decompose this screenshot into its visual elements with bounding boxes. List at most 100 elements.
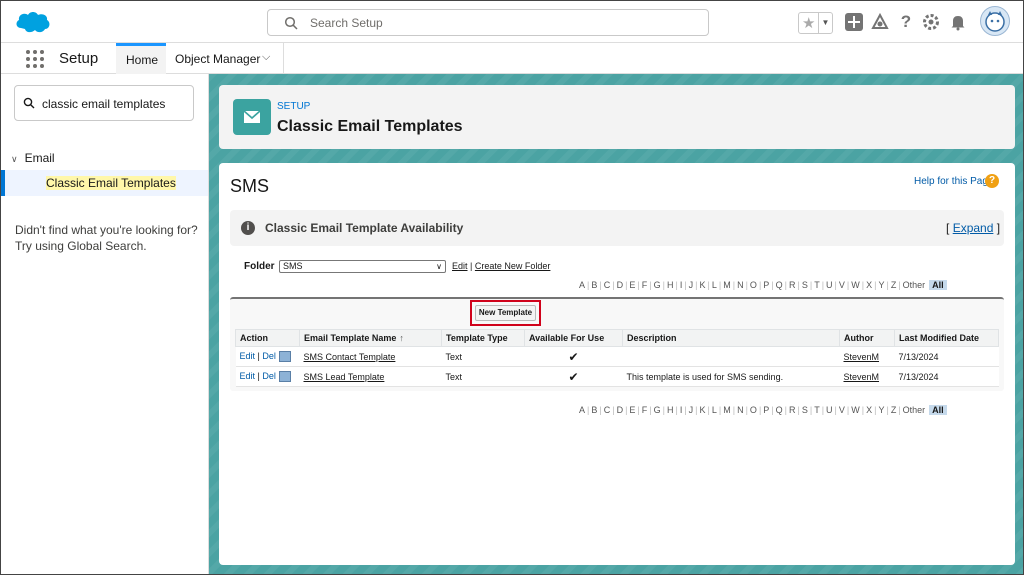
alpha-filter-i[interactable]: I — [680, 280, 683, 290]
alpha-filter-a[interactable]: A — [579, 280, 585, 290]
gear-icon[interactable] — [922, 13, 940, 31]
alpha-filter-q[interactable]: Q — [776, 280, 783, 290]
alpha-filter-x[interactable]: X — [866, 280, 872, 290]
alpha-filter-e[interactable]: E — [629, 280, 635, 290]
alpha-filter-t[interactable]: T — [814, 280, 820, 290]
col-template-type[interactable]: Template Type — [441, 329, 525, 347]
alpha-filter-i[interactable]: I — [680, 405, 683, 415]
folder-edit-link[interactable]: Edit — [452, 261, 468, 271]
alpha-filter-h[interactable]: H — [667, 405, 674, 415]
alpha-filter-r[interactable]: R — [789, 405, 796, 415]
help-for-this-page-link[interactable]: Help for this Page — [914, 176, 994, 187]
alpha-filter-g[interactable]: G — [654, 280, 661, 290]
salesforce-logo-icon[interactable] — [15, 8, 51, 36]
folder-select[interactable]: SMS ∨ — [279, 260, 446, 273]
alpha-filter-y[interactable]: Y — [878, 280, 884, 290]
alpha-filter-b[interactable]: B — [591, 280, 597, 290]
alpha-filter-x[interactable]: X — [866, 405, 872, 415]
edit-link[interactable]: Edit — [240, 351, 256, 361]
tree-group-email[interactable]: ∨ Email — [11, 151, 55, 165]
alpha-filter-m[interactable]: M — [723, 405, 731, 415]
alpha-filter-m[interactable]: M — [723, 280, 731, 290]
action-separator: | — [257, 350, 260, 361]
help-icon[interactable]: ? — [985, 174, 999, 188]
alpha-filter-d[interactable]: D — [617, 405, 624, 415]
sidebar-item-classic-email-templates[interactable]: Classic Email Templates — [1, 170, 208, 196]
alpha-filter-z[interactable]: Z — [891, 280, 897, 290]
alpha-filter-g[interactable]: G — [654, 405, 661, 415]
alpha-filter-l[interactable]: L — [712, 405, 717, 415]
alpha-filter-a[interactable]: A — [579, 405, 585, 415]
alpha-filter-n[interactable]: N — [737, 280, 744, 290]
alpha-filter-s[interactable]: S — [802, 405, 808, 415]
favorites-dropdown-icon[interactable]: ▼ — [818, 13, 832, 33]
col-description[interactable]: Description — [622, 329, 840, 347]
alpha-filter-all[interactable]: All — [929, 280, 947, 290]
alpha-filter-u[interactable]: U — [826, 405, 833, 415]
alpha-filter-other[interactable]: Other — [903, 405, 926, 415]
template-name-link[interactable]: SMS Lead Template — [304, 372, 385, 382]
alpha-filter-u[interactable]: U — [826, 280, 833, 290]
alpha-filter-s[interactable]: S — [802, 280, 808, 290]
expand-link[interactable]: Expand — [953, 221, 994, 235]
alpha-filter-k[interactable]: K — [700, 405, 706, 415]
alpha-filter-f[interactable]: F — [642, 280, 648, 290]
alpha-filter-f[interactable]: F — [642, 405, 648, 415]
user-avatar[interactable] — [980, 6, 1010, 36]
alpha-filter-p[interactable]: P — [763, 405, 769, 415]
download-icon[interactable] — [278, 371, 291, 383]
alpha-filter-b[interactable]: B — [591, 405, 597, 415]
col-email-template-name[interactable]: Email Template Name ↑ — [299, 329, 442, 347]
alpha-filter-h[interactable]: H — [667, 280, 674, 290]
tab-object-manager[interactable]: Object Manager ⌵ — [166, 43, 284, 74]
alpha-filter-q[interactable]: Q — [776, 405, 783, 415]
alpha-filter-other[interactable]: Other — [903, 280, 926, 290]
alpha-filter-all[interactable]: All — [929, 405, 947, 415]
alpha-filter-v[interactable]: V — [839, 280, 845, 290]
alpha-filter-t[interactable]: T — [814, 405, 820, 415]
global-actions-icon[interactable] — [845, 13, 863, 31]
col-available-for-use[interactable]: Available For Use — [524, 329, 623, 347]
alpha-filter-v[interactable]: V — [839, 405, 845, 415]
alpha-filter-r[interactable]: R — [789, 280, 796, 290]
alpha-filter-w[interactable]: W — [851, 405, 860, 415]
edit-link[interactable]: Edit — [240, 371, 256, 381]
alpha-filter-o[interactable]: O — [750, 405, 757, 415]
trailhead-icon[interactable] — [870, 12, 890, 32]
delete-link[interactable]: Del — [262, 371, 276, 381]
alpha-filter-w[interactable]: W — [851, 280, 860, 290]
help-icon[interactable]: ? — [896, 12, 916, 32]
delete-link[interactable]: Del — [262, 351, 276, 361]
alpha-filter-k[interactable]: K — [700, 280, 706, 290]
download-icon[interactable] — [278, 351, 291, 363]
alpha-filter-l[interactable]: L — [712, 280, 717, 290]
chevron-down-icon[interactable]: ⌵ — [262, 51, 270, 64]
author-link[interactable]: StevenM — [844, 352, 880, 362]
folder-links: Edit | Create New Folder — [452, 261, 550, 271]
alpha-filter-d[interactable]: D — [617, 280, 624, 290]
create-new-folder-link[interactable]: Create New Folder — [475, 261, 551, 271]
new-template-button[interactable]: New Template — [475, 305, 536, 321]
alpha-filter-z[interactable]: Z — [891, 405, 897, 415]
favorites-button[interactable]: ★ ▼ — [798, 12, 833, 34]
alpha-filter-j[interactable]: J — [689, 280, 694, 290]
alpha-filter-e[interactable]: E — [629, 405, 635, 415]
alpha-filter-n[interactable]: N — [737, 405, 744, 415]
notifications-bell-icon[interactable] — [949, 13, 967, 31]
alpha-separator: | — [861, 405, 865, 415]
tab-home[interactable]: Home — [116, 43, 166, 74]
alpha-filter-j[interactable]: J — [689, 405, 694, 415]
alpha-filter-p[interactable]: P — [763, 280, 769, 290]
search-setup-field[interactable]: Search Setup — [267, 9, 709, 36]
alpha-filter-bottom: A | B | C | D | E | F | G | H | I | J | K | L | M | N | O | P | Q | R | S | T |… — [579, 405, 947, 417]
col-author[interactable]: Author — [839, 329, 895, 347]
alpha-filter-c[interactable]: C — [604, 280, 611, 290]
alpha-filter-y[interactable]: Y — [878, 405, 884, 415]
app-launcher-icon[interactable] — [26, 50, 44, 68]
col-last-modified-date[interactable]: Last Modified Date — [894, 329, 999, 347]
alpha-filter-o[interactable]: O — [750, 280, 757, 290]
template-name-link[interactable]: SMS Contact Template — [304, 352, 396, 362]
author-link[interactable]: StevenM — [844, 372, 880, 382]
quick-find-input[interactable]: classic email templates — [14, 85, 194, 121]
alpha-filter-c[interactable]: C — [604, 405, 611, 415]
